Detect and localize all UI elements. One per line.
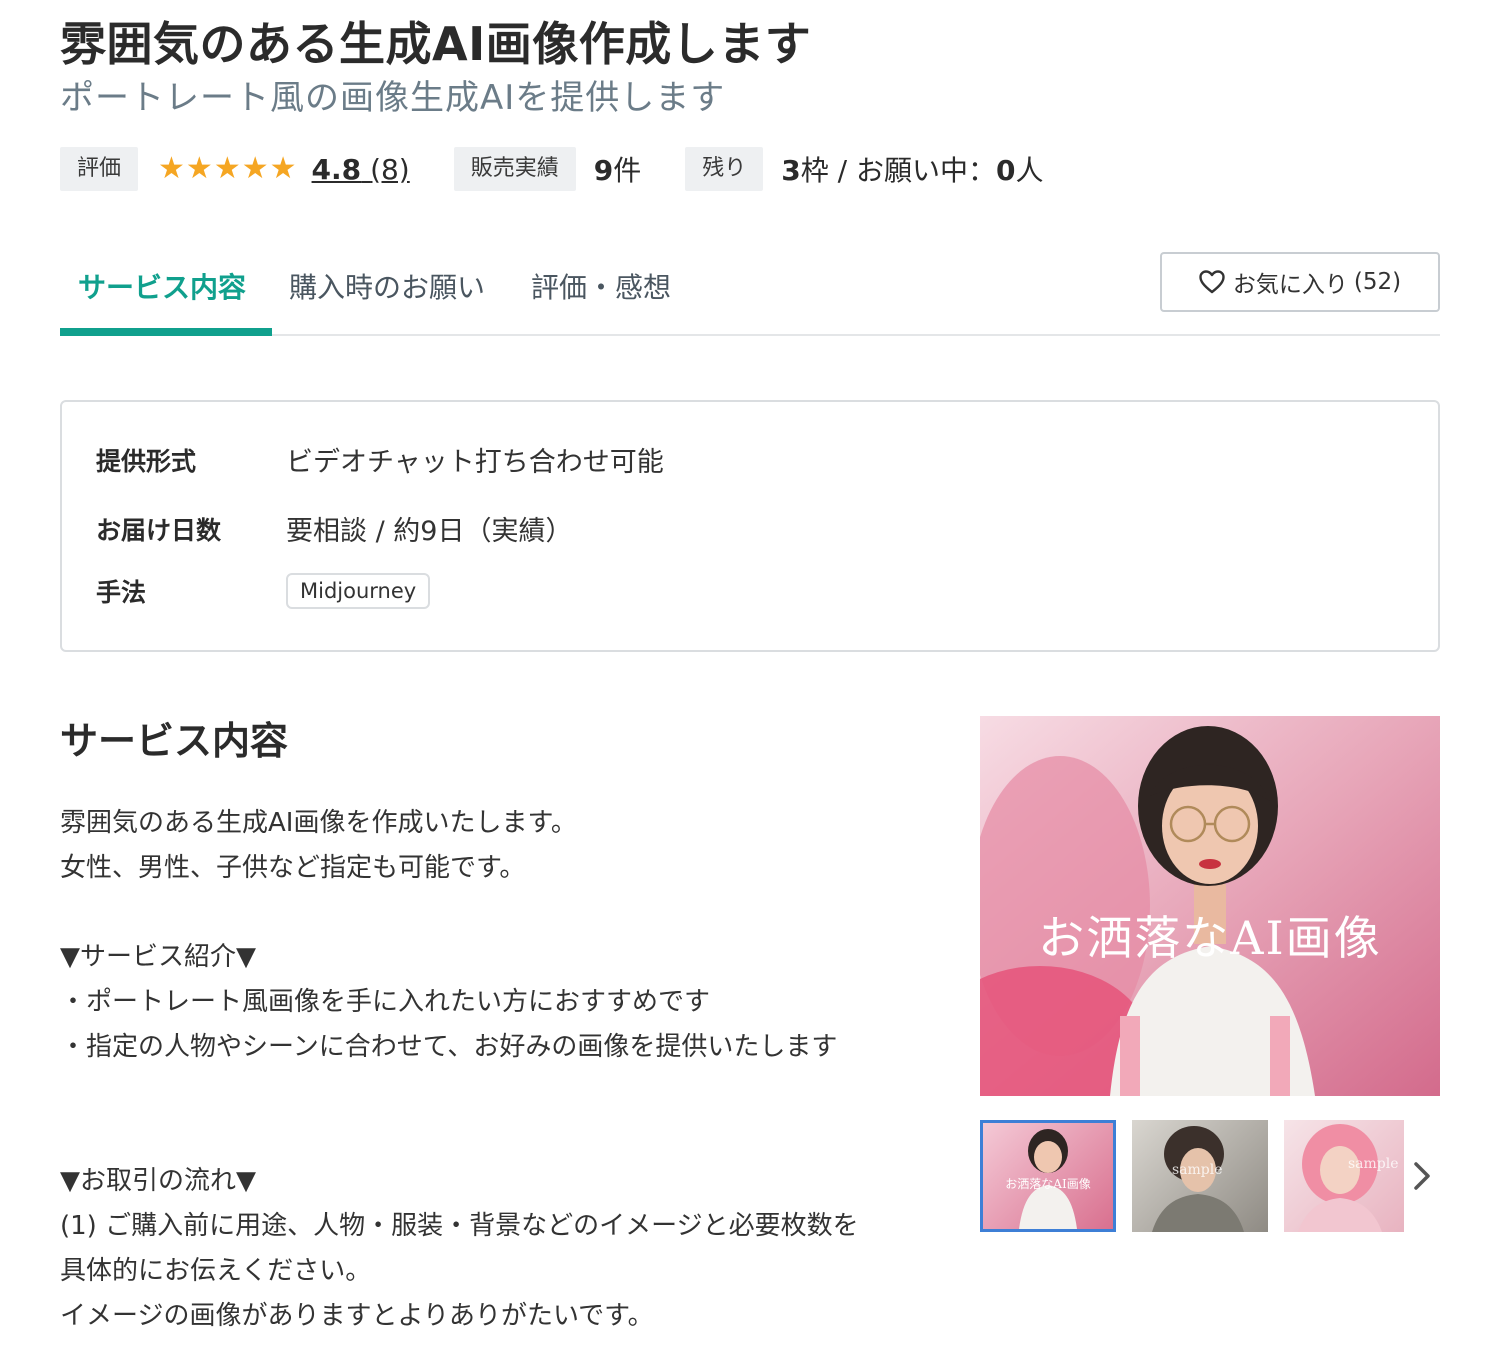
main-image-caption: お洒落なAI画像 — [1038, 911, 1382, 965]
star-icon: ★ — [213, 151, 241, 186]
chevron-right-icon — [1414, 1162, 1430, 1190]
remaining-label: 残り — [685, 147, 764, 191]
delivery-label: お届け日数 — [96, 515, 222, 545]
method-label: 手法 — [96, 578, 147, 607]
gallery-next-button[interactable] — [1404, 1148, 1440, 1204]
favorite-count: (52) — [1353, 269, 1402, 295]
description-line: 女性、男性、子供など指定も可能です。 — [60, 853, 526, 883]
stats-bar: 評価 ★ ★ ★ ★ ★ 4.8 (8) 販売実績 9件 残り 3枠 / お願い… — [60, 146, 1044, 192]
page-title: 雰囲気のある生成AI画像作成します — [60, 17, 812, 71]
thumbnail-1[interactable]: お洒落なAI画像 — [980, 1120, 1116, 1232]
method-tag[interactable]: Midjourney — [286, 573, 431, 609]
description-line: ▼お取引の流れ▼ — [60, 1166, 256, 1196]
sales-value: 9件 — [593, 154, 642, 187]
star-icon: ★ — [185, 151, 213, 186]
tab-purchase-requests[interactable]: 購入時のお願い — [289, 266, 485, 306]
delivery-value: 要相談 / 約9日（実績） — [286, 516, 573, 547]
rating-score: 4.8 — [311, 152, 362, 186]
thumbnail-3[interactable]: sample — [1284, 1120, 1404, 1232]
heart-icon — [1199, 270, 1225, 294]
rating-count: (8) — [370, 152, 410, 186]
info-row-method: 手法 Midjourney — [96, 573, 431, 609]
description-line: イメージの画像がありますとよりありがたいです。 — [60, 1301, 654, 1331]
description-line: ▼サービス紹介▼ — [60, 942, 256, 972]
description-line: 具体的にお伝えください。 — [60, 1256, 372, 1286]
thumbnail-2[interactable]: sample — [1132, 1120, 1268, 1232]
active-tab-indicator — [60, 328, 272, 336]
description-line: ・ポートレート風画像を手に入れたい方におすすめです — [60, 987, 711, 1017]
format-value: ビデオチャット打ち合わせ可能 — [286, 447, 664, 478]
service-info-box: 提供形式 ビデオチャット打ち合わせ可能 お届け日数 要相談 / 約9日（実績） … — [60, 400, 1440, 652]
remaining-value: 3枠 / お願い中：0人 — [781, 154, 1044, 187]
thumbnail-caption: sample — [1172, 1162, 1223, 1178]
info-row-delivery: お届け日数 要相談 / 約9日（実績） — [96, 509, 572, 548]
star-icon: ★ — [241, 151, 269, 186]
tab-reviews[interactable]: 評価・感想 — [531, 266, 671, 306]
thumbnail-image — [1298, 1124, 1382, 1232]
star-icon: ★ — [269, 151, 297, 186]
sales-label: 販売実績 — [453, 147, 576, 191]
rating-link[interactable]: 4.8 (8) — [312, 153, 410, 186]
favorite-label: お気に入り — [1232, 272, 1348, 298]
rating-stars: ★ ★ ★ ★ ★ — [158, 154, 298, 184]
description-line: 雰囲気のある生成AI画像を作成いたします。 — [60, 808, 577, 838]
tab-service-content[interactable]: サービス内容 — [78, 266, 246, 306]
thumbnail-caption: sample — [1348, 1156, 1399, 1172]
favorite-button[interactable]: お気に入り (52) — [1160, 252, 1440, 312]
rating-label: 評価 — [60, 147, 139, 191]
page-subtitle: ポートレート風の画像生成AIを提供します — [60, 78, 726, 118]
info-row-format: 提供形式 ビデオチャット打ち合わせ可能 — [96, 440, 664, 479]
section-title: サービス内容 — [60, 719, 289, 763]
thumbnail-caption: お洒落なAI画像 — [1005, 1177, 1091, 1191]
star-icon: ★ — [158, 151, 185, 186]
format-label: 提供形式 — [96, 446, 197, 476]
main-image[interactable]: お洒落なAI画像 — [980, 716, 1440, 1096]
tab-bar: サービス内容 購入時のお願い 評価・感想 お気に入り (52) — [60, 252, 1440, 336]
description-line: ・指定の人物やシーンに合わせて、お好みの画像を提供いたします — [60, 1032, 838, 1062]
description-line: (1) ご購入前に用途、人物・服装・背景などのイメージと必要枚数を — [60, 1211, 859, 1241]
